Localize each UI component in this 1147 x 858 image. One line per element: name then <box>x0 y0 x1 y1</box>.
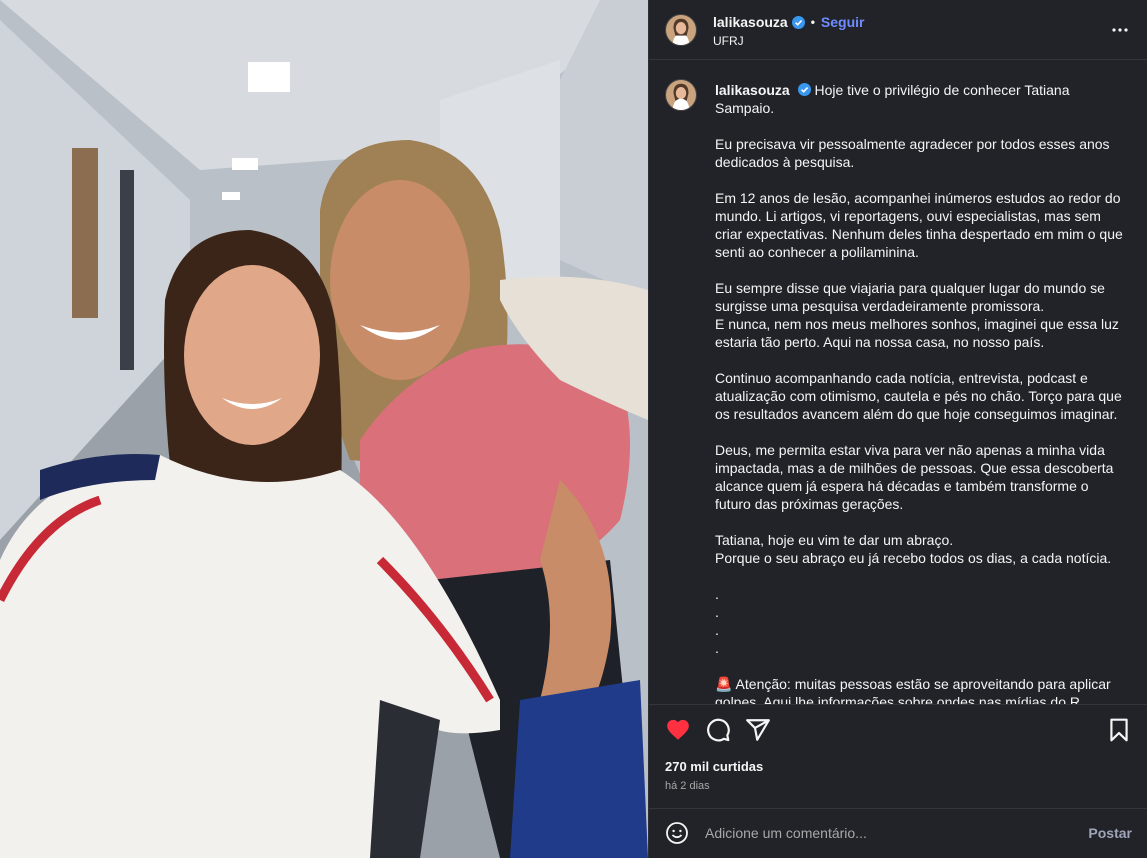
avatar-image <box>666 80 696 110</box>
bookmark-icon[interactable] <box>1106 717 1132 743</box>
post-photo[interactable] <box>0 0 648 858</box>
comment-icon[interactable] <box>705 717 731 743</box>
comment-input[interactable] <box>705 823 1065 843</box>
like-count[interactable]: 270 mil curtidas <box>665 759 763 774</box>
verified-badge-icon <box>797 83 811 96</box>
post-location[interactable]: UFRJ <box>713 34 744 48</box>
separator-dot: • <box>810 15 815 29</box>
post-comment-button[interactable]: Postar <box>1088 825 1132 841</box>
follow-button[interactable]: Seguir <box>821 14 865 30</box>
post-timestamp[interactable]: há 2 dias <box>665 780 710 792</box>
header-user-row: lalikasouza • Seguir <box>713 14 864 30</box>
post-caption: lalikasouza Hoje tive o privilégio de co… <box>649 61 1147 704</box>
caption-paragraph: Continuo acompanhando cada notícia, entr… <box>715 370 1122 422</box>
caption-username[interactable]: lalikasouza <box>715 82 790 98</box>
author-avatar[interactable] <box>665 14 697 46</box>
caption-dot: . <box>715 604 719 620</box>
heart-icon[interactable] <box>665 717 691 743</box>
post-viewer: lalikasouza • Seguir UFRJ lalikasouza Ho… <box>0 0 1147 858</box>
avatar-image <box>666 15 696 45</box>
author-username[interactable]: lalikasouza <box>713 14 788 30</box>
caption-dot: . <box>715 622 719 638</box>
more-options-icon[interactable] <box>1110 20 1130 40</box>
caption-paragraph: Tatiana, hoje eu vim te dar um abraço. <box>715 532 954 548</box>
emoji-icon[interactable] <box>665 821 689 845</box>
caption-paragraph: Eu sempre disse que viajaria para qualqu… <box>715 280 1105 314</box>
caption-paragraph: Porque o seu abraço eu já recebo todos o… <box>715 550 1112 566</box>
caption-dot: . <box>715 586 719 602</box>
caption-paragraph: Em 12 anos de lesão, acompanhei inúmeros… <box>715 190 1123 260</box>
caption-dot: . <box>715 640 719 656</box>
caption-avatar[interactable] <box>665 79 697 111</box>
caption-text: lalikasouza Hoje tive o privilégio de co… <box>715 81 1125 704</box>
caption-paragraph: E nunca, nem nos meus melhores sonhos, i… <box>715 316 1119 350</box>
post-header: lalikasouza • Seguir UFRJ <box>649 0 1147 60</box>
verified-badge-icon <box>791 15 805 29</box>
caption-paragraph: Eu precisava vir pessoalmente agradecer … <box>715 136 1110 170</box>
photo-illustration <box>0 0 648 858</box>
caption-paragraph: lalikasouza Hoje tive o privilégio de co… <box>715 81 1125 117</box>
share-icon[interactable] <box>745 717 771 743</box>
post-details-panel: lalikasouza • Seguir UFRJ lalikasouza Ho… <box>648 0 1147 858</box>
comment-bar: Postar <box>649 808 1147 858</box>
caption-paragraph: 🚨 Atenção: muitas pessoas estão se aprov… <box>715 676 1111 704</box>
post-actions: 270 mil curtidas há 2 dias <box>649 704 1147 808</box>
caption-paragraph: Deus, me permita estar viva para ver não… <box>715 442 1114 512</box>
